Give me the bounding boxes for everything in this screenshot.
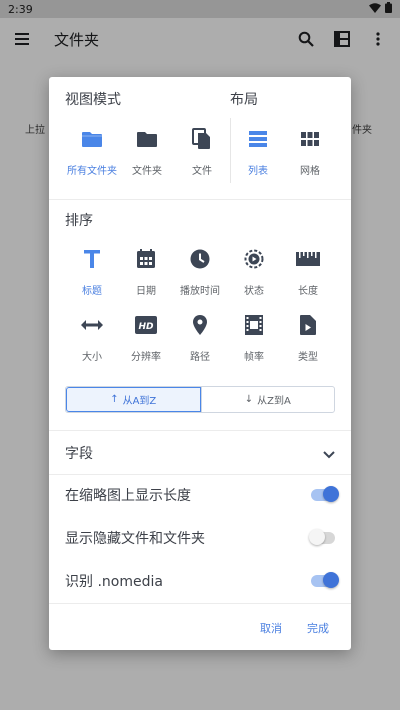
sort-label: 类型 — [298, 352, 318, 363]
divider — [49, 199, 351, 200]
sort-by-length[interactable]: 长度 — [280, 246, 336, 297]
sort-descending-button[interactable]: ↓ 从Z到A — [200, 387, 335, 412]
file-copy-icon — [189, 126, 215, 152]
sort-label: 路径 — [190, 352, 210, 363]
sort-by-size[interactable]: 大小 — [64, 312, 120, 363]
sort-by-title[interactable]: 标题 — [64, 246, 120, 297]
view-options-dialog: 视图模式 布局 所有文件夹 文件夹 文件 列表 网格 排序 标题 日期 播放时间… — [49, 77, 351, 650]
sort-ascending-button[interactable]: ↑ 从A到Z — [66, 387, 201, 412]
divider — [49, 474, 351, 475]
sort-label: 大小 — [82, 352, 102, 363]
hd-icon: HD — [133, 312, 159, 338]
layout-label: 网格 — [300, 166, 320, 177]
sort-by-status[interactable]: 状态 — [226, 246, 282, 297]
sort-label: 长度 — [298, 286, 318, 297]
view-mode-folders[interactable]: 文件夹 — [119, 126, 175, 177]
divider — [49, 603, 351, 604]
sort-by-type[interactable]: 类型 — [280, 312, 336, 363]
sort-label: 播放时间 — [180, 286, 220, 297]
sort-order-toggle: ↑ 从A到Z ↓ 从Z到A — [65, 386, 335, 413]
layout-grid[interactable]: 网格 — [282, 126, 338, 177]
size-icon — [79, 312, 105, 338]
view-mode-label: 所有文件夹 — [67, 166, 117, 177]
view-mode-all-folders[interactable]: 所有文件夹 — [64, 126, 120, 177]
cancel-button[interactable]: 取消 — [260, 620, 282, 636]
sort-by-resolution[interactable]: HD 分辨率 — [118, 312, 174, 363]
sort-by-play-time[interactable]: 播放时间 — [172, 246, 228, 297]
layout-title: 布局 — [230, 92, 258, 108]
fields-expander[interactable]: 字段 — [65, 439, 335, 467]
view-mode-label: 文件夹 — [132, 166, 162, 177]
grid-icon — [297, 126, 323, 152]
calendar-icon — [133, 246, 159, 272]
toggle-label: 显示隐藏文件和文件夹 — [65, 531, 205, 547]
ruler-icon — [295, 246, 321, 272]
sort-by-frame-rate[interactable]: 帧率 — [226, 312, 282, 363]
arrow-down-icon: ↓ — [244, 394, 254, 405]
folder-filled-icon — [79, 126, 105, 152]
sort-title: 排序 — [65, 213, 93, 229]
chevron-down-icon — [323, 444, 335, 463]
view-mode-files[interactable]: 文件 — [174, 126, 230, 177]
view-mode-label: 文件 — [192, 166, 212, 177]
arrow-up-icon: ↑ — [110, 394, 119, 405]
sort-by-date[interactable]: 日期 — [118, 246, 174, 297]
list-icon — [245, 126, 271, 152]
show-length-switch[interactable] — [311, 486, 339, 502]
layout-list[interactable]: 列表 — [230, 126, 286, 177]
clock-icon — [187, 246, 213, 272]
video-file-icon — [295, 312, 321, 338]
toggle-row-show-hidden[interactable]: 显示隐藏文件和文件夹 — [65, 526, 335, 550]
toggle-row-nomedia[interactable]: 识别 .nomedia — [65, 569, 339, 593]
nomedia-switch[interactable] — [311, 572, 339, 588]
view-mode-title: 视图模式 — [65, 92, 121, 108]
layout-label: 列表 — [248, 166, 268, 177]
sort-label: 日期 — [136, 286, 156, 297]
sort-label: 标题 — [82, 286, 102, 297]
sort-ascending-label: 从A到Z — [122, 396, 157, 407]
sort-label: 分辨率 — [131, 352, 161, 363]
sort-by-path[interactable]: 路径 — [172, 312, 228, 363]
status-icon — [241, 246, 267, 272]
fields-label: 字段 — [65, 446, 93, 462]
divider — [49, 430, 351, 431]
show-hidden-switch[interactable] — [309, 529, 335, 545]
sort-label: 帧率 — [244, 352, 264, 363]
film-icon — [241, 312, 267, 338]
title-icon — [79, 246, 105, 272]
toggle-label: 在缩略图上显示长度 — [65, 488, 191, 504]
toggle-row-show-length[interactable]: 在缩略图上显示长度 — [65, 483, 339, 507]
folder-icon — [134, 126, 160, 152]
location-icon — [187, 312, 213, 338]
sort-label: 状态 — [244, 286, 264, 297]
done-button[interactable]: 完成 — [307, 620, 329, 636]
svg-text:HD: HD — [138, 322, 154, 332]
sort-descending-label: 从Z到A — [257, 396, 291, 407]
toggle-label: 识别 .nomedia — [65, 574, 163, 590]
